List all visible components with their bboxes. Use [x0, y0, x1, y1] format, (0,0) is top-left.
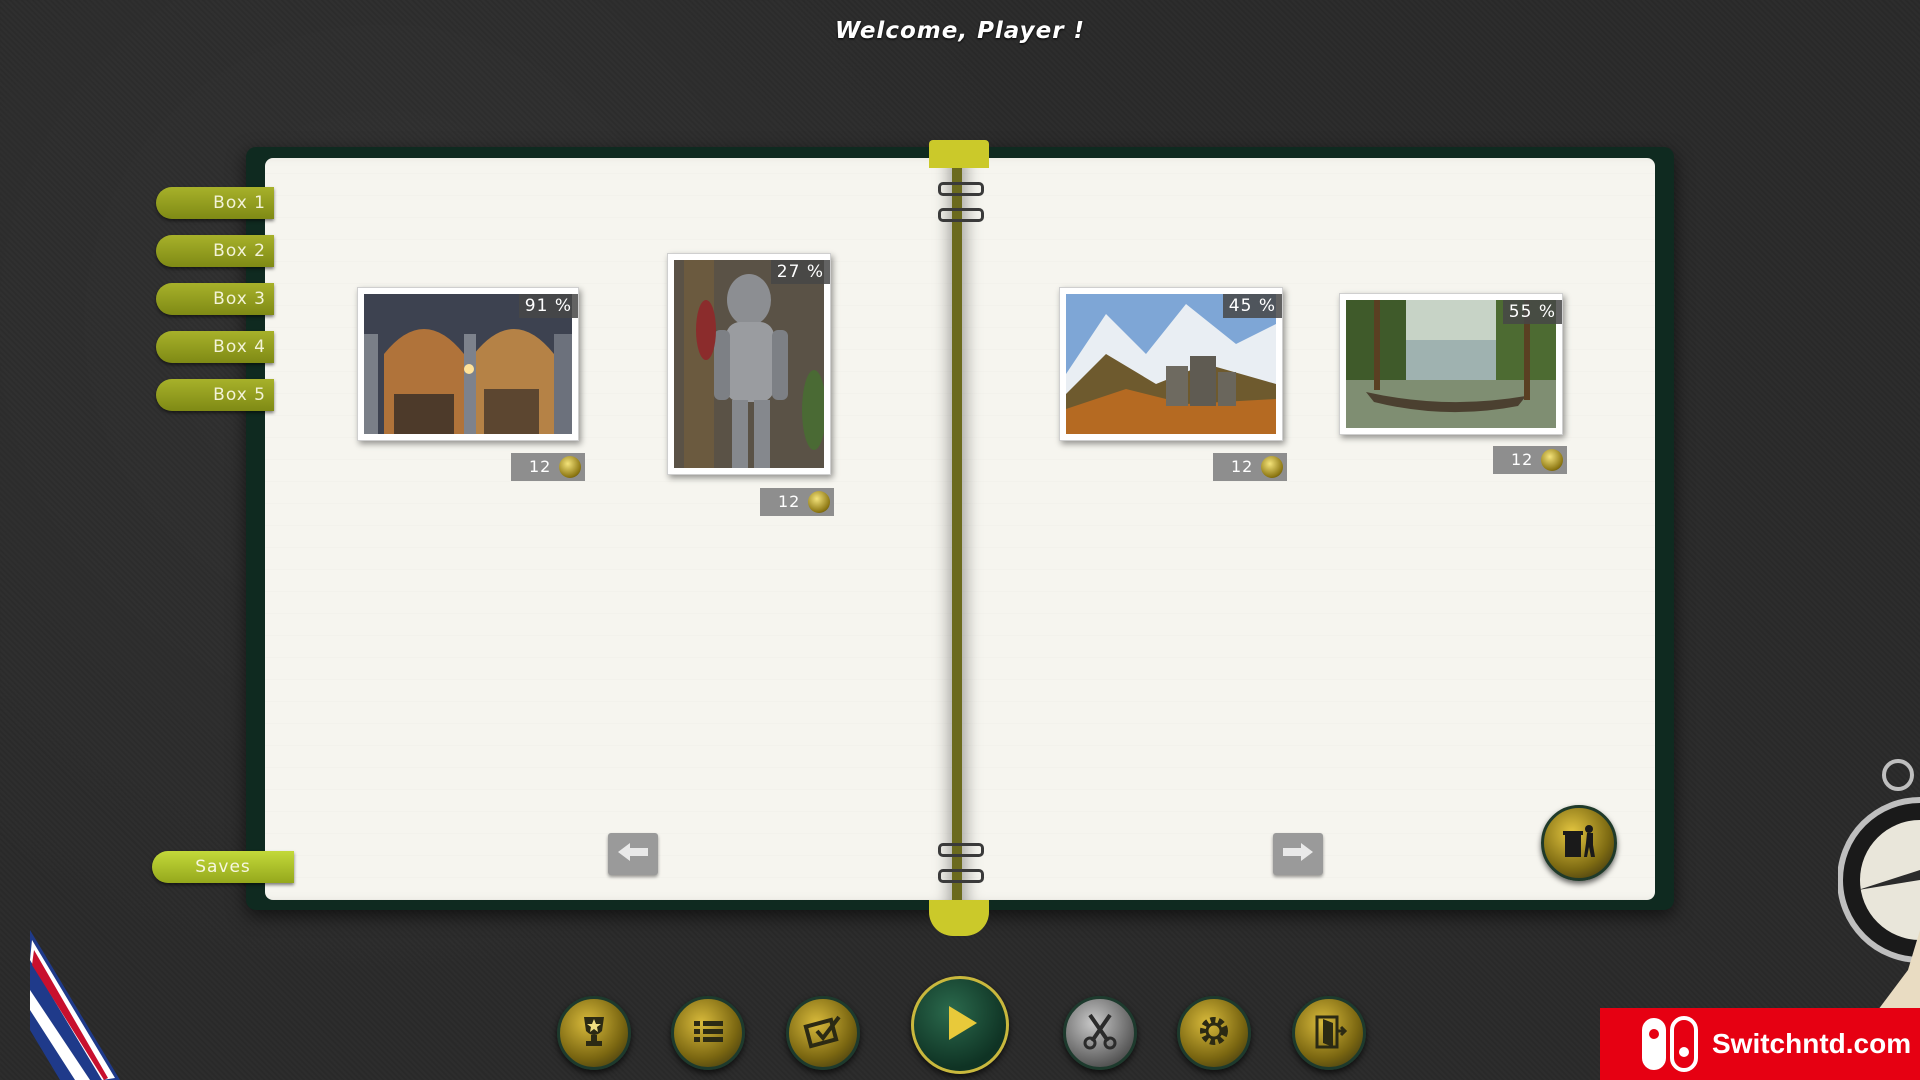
language-flag-button[interactable]	[20, 930, 120, 1080]
scissors-icon	[1080, 1011, 1120, 1055]
book-strap-bottom	[929, 900, 989, 936]
piece-count: 12	[1213, 453, 1288, 481]
trash-icon	[1559, 821, 1599, 865]
puzzle-piece-icon	[1541, 449, 1564, 471]
completion-percent: 45 %	[1222, 294, 1282, 318]
piece-count: 12	[760, 488, 835, 516]
gear-icon	[1194, 1011, 1234, 1055]
delete-button[interactable]	[1541, 805, 1617, 881]
puzzle-card-archway[interactable]: 91 %	[357, 287, 579, 441]
completion-percent: 55 %	[1502, 300, 1562, 324]
binder-ring	[938, 843, 984, 857]
arrow-right-icon	[1283, 843, 1313, 865]
left-page	[265, 158, 955, 900]
piece-count-value: 12	[778, 492, 801, 511]
piece-count-value: 12	[529, 457, 552, 476]
welcome-title: Welcome, Player !	[834, 18, 1086, 44]
exit-button[interactable]	[1292, 996, 1366, 1070]
tab-box-2[interactable]: Box 2	[156, 235, 274, 267]
uk-flag-icon	[20, 930, 120, 1080]
saves-tab[interactable]: Saves	[152, 851, 294, 883]
puzzle-piece-icon	[808, 491, 831, 513]
tab-box-5[interactable]: Box 5	[156, 379, 274, 411]
switch-logo-icon	[1640, 1016, 1698, 1072]
play-icon	[935, 998, 985, 1052]
trophy-icon	[574, 1011, 614, 1055]
puzzle-card-mountain-castle[interactable]: 45 %	[1059, 287, 1283, 441]
piece-count-value: 12	[1511, 450, 1534, 469]
settings-button[interactable]	[1177, 996, 1251, 1070]
book-strap-top	[929, 140, 989, 168]
checkbox-icon	[803, 1011, 843, 1055]
tab-box-3[interactable]: Box 3	[156, 283, 274, 315]
puzzle-select-button[interactable]	[786, 996, 860, 1070]
puzzle-card-knight[interactable]: 27 %	[667, 253, 831, 475]
book-spine	[952, 158, 962, 900]
binder-ring	[938, 208, 984, 222]
piece-count: 12	[511, 453, 586, 481]
piece-count-value: 12	[1231, 457, 1254, 476]
exit-door-icon	[1309, 1011, 1349, 1055]
completion-percent: 91 %	[518, 294, 578, 318]
tab-box-1[interactable]: Box 1	[156, 187, 274, 219]
arrow-left-icon	[618, 843, 648, 865]
play-button[interactable]	[911, 976, 1009, 1074]
puzzle-thumbnail	[674, 260, 824, 468]
list-icon	[688, 1011, 728, 1055]
puzzle-card-lake-boat[interactable]: 55 %	[1339, 293, 1563, 435]
binder-ring	[938, 182, 984, 196]
leaderboard-button[interactable]	[671, 996, 745, 1070]
puzzle-piece-icon	[559, 456, 582, 478]
binder-ring	[938, 869, 984, 883]
watermark-text: Switchntd.com	[1712, 1028, 1912, 1059]
puzzle-piece-icon	[1261, 456, 1284, 478]
watermark-banner: Switchntd.com	[1600, 1008, 1920, 1080]
completion-percent: 27 %	[770, 260, 830, 284]
prev-page-button[interactable]	[608, 833, 658, 875]
tab-box-4[interactable]: Box 4	[156, 331, 274, 363]
compass-decoration	[1837, 750, 1920, 1014]
cut-pieces-button[interactable]	[1063, 996, 1137, 1070]
next-page-button[interactable]	[1273, 833, 1323, 875]
piece-count: 12	[1493, 446, 1568, 474]
right-page	[960, 158, 1655, 900]
trophies-button[interactable]	[557, 996, 631, 1070]
